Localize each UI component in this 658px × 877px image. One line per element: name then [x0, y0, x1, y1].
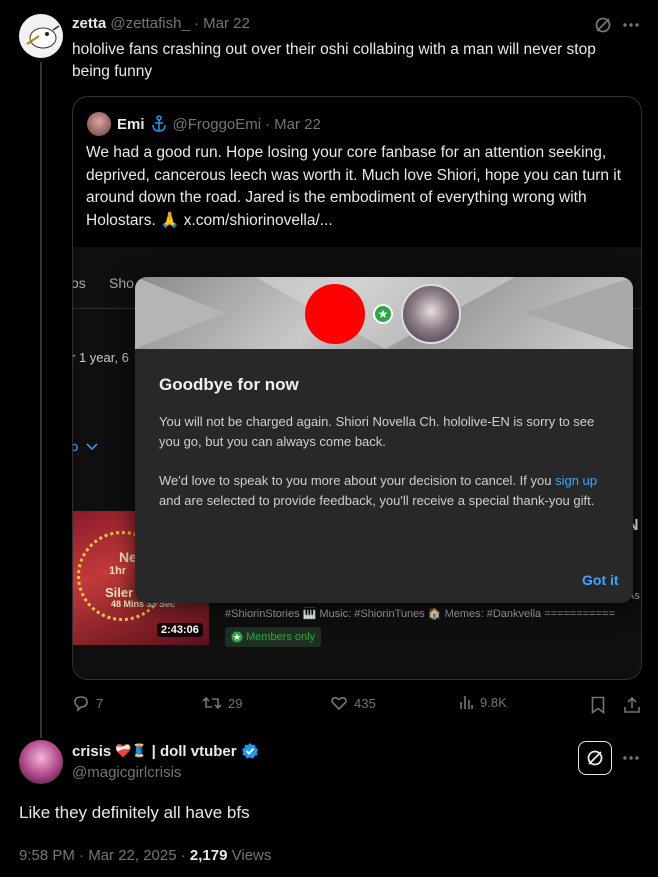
quote-attached-image[interactable]: os Sho r 1 year, 6 o Ne 1hr Siler 48 Min…	[73, 247, 641, 679]
thumb-text-2: 1hr	[109, 565, 127, 577]
author-name[interactable]: zetta	[72, 15, 106, 32]
post-date[interactable]: Mar 22	[203, 15, 250, 32]
dialog-body-1: You will not be charged again. Shiori No…	[159, 414, 595, 449]
views-count: 9.8K	[480, 694, 507, 710]
quote-text: We had a good run. Hope losing your core…	[86, 144, 622, 229]
star-badge-icon	[231, 631, 243, 643]
dialog-body-2-pre: We'd love to speak to you more about you…	[159, 473, 556, 488]
reply-views-count: 2,179	[189, 847, 228, 864]
quote-author-handle: @FroggoEmi	[172, 115, 262, 133]
repost-count: 29	[228, 695, 243, 711]
tab-partial-2: Sho	[109, 275, 134, 291]
filter-partial: o	[73, 439, 98, 454]
dialog-body-2: We'd love to speak to you more about you…	[159, 471, 609, 511]
red-channel-avatar	[305, 284, 365, 344]
members-only-label: Members only	[246, 631, 316, 643]
header-separator: ·	[193, 15, 199, 32]
bookmark-icon[interactable]	[587, 694, 609, 716]
reply-author-name[interactable]: crisis	[72, 743, 111, 760]
reply-views-label: Views	[227, 847, 272, 864]
quote-date: Mar 22	[274, 115, 321, 133]
action-bar: 7 29 435 9.8K	[72, 694, 644, 718]
shiori-avatar	[401, 284, 461, 344]
reply-name-emoji: ❤️‍🩹🧵	[115, 743, 148, 758]
dialog-title: Goodbye for now	[159, 375, 299, 394]
thread-line	[40, 62, 42, 738]
like-count: 435	[354, 695, 376, 711]
views-action[interactable]: 9.8K	[458, 694, 507, 710]
crisis-avatar[interactable]	[19, 740, 63, 784]
grok-icon[interactable]	[578, 741, 612, 775]
reply-count: 7	[96, 695, 104, 711]
reply-text: Like they definitely all have bfs	[19, 803, 250, 822]
quoted-post[interactable]: Emi @FroggoEmi · Mar 22 We had a good ru…	[72, 96, 642, 680]
filter-partial-label: o	[73, 439, 78, 454]
views-icon	[460, 696, 473, 709]
sign-up-link[interactable]: sign up	[555, 473, 597, 488]
post-text: hololive fans crashing out over their os…	[72, 41, 596, 80]
reply-meta: 9:58 PM · Mar 22, 2025 · 2,179 Views	[19, 847, 271, 864]
quote-separator: ·	[265, 115, 271, 133]
reply-icon	[74, 696, 88, 712]
quote-text-block: We had a good run. Hope losing your core…	[86, 142, 631, 232]
dialog-body-2-post: and are selected to provide feedback, yo…	[159, 493, 595, 508]
author-handle[interactable]: @zettafish_	[110, 15, 189, 32]
like-action[interactable]: 435	[330, 694, 376, 712]
more-icon[interactable]	[620, 14, 642, 36]
members-only-badge: Members only	[225, 627, 322, 647]
emi-avatar	[87, 112, 111, 136]
reply-action[interactable]: 7	[72, 694, 103, 712]
zetta-avatar[interactable]	[19, 14, 63, 58]
reply-timestamp[interactable]: 9:58 PM · Mar 22, 2025 ·	[19, 847, 190, 864]
repost-icon	[202, 696, 222, 710]
share-icon[interactable]	[621, 694, 643, 716]
reply-name-suffix[interactable]: | doll vtuber	[152, 743, 237, 760]
goodbye-dialog: Goodbye for now You will not be charged …	[135, 277, 633, 603]
got-it-button[interactable]: Got it	[582, 572, 619, 588]
star-badge-icon	[373, 304, 393, 324]
reply-header: crisis ❤️‍🩹🧵 | doll vtuber	[72, 742, 259, 760]
membership-partial: r 1 year, 6	[73, 350, 129, 365]
video-duration: 2:43:06	[157, 623, 203, 637]
chevron-down-icon	[86, 442, 98, 450]
repost-action[interactable]: 29	[202, 694, 242, 712]
more-icon[interactable]	[620, 747, 642, 769]
grok-icon[interactable]	[592, 14, 614, 36]
quote-link[interactable]: x.com/shiorinovella/...	[184, 212, 333, 229]
reply-author-handle[interactable]: @magicgirlcrisis	[72, 764, 181, 781]
bird-avatar-image	[26, 25, 60, 49]
quote-header: Emi @FroggoEmi · Mar 22	[117, 115, 321, 133]
anchor-icon	[149, 115, 169, 133]
quote-author-name: Emi	[117, 115, 145, 133]
post-header: zetta @zettafish_ · Mar 22	[72, 15, 250, 32]
verified-icon	[241, 742, 259, 760]
video-hashtags: #ShiorinStories 🎹 Music: #ShiorinTunes 🏠…	[225, 608, 615, 620]
like-icon	[331, 696, 347, 711]
thumb-text-3: Siler	[105, 585, 134, 600]
tab-partial-1: os	[73, 275, 86, 291]
